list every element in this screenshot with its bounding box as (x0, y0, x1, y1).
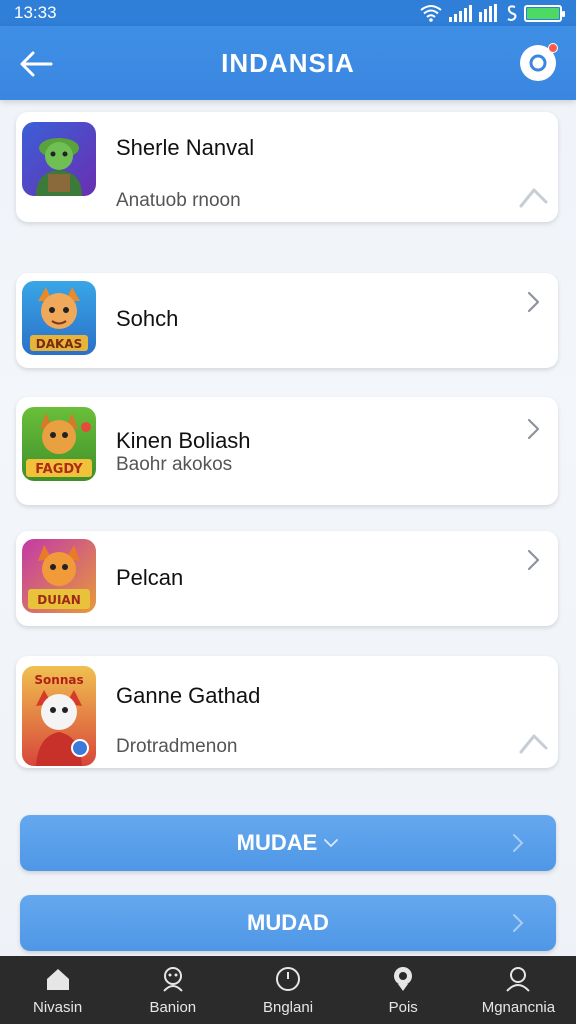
chevron-right-icon (513, 834, 524, 852)
game-thumbnail: Sonnas (22, 666, 96, 766)
back-arrow-icon (20, 51, 53, 77)
nav-item-label: Bnglani (262, 998, 314, 1016)
bottom-navigation: Nivasin Banion Bnglani Pois Mgnancnia (0, 956, 576, 1024)
primary-action-button[interactable]: MUDAE (20, 815, 556, 871)
secondary-action-label: MUDAD (247, 910, 329, 935)
chevron-right-icon[interactable] (522, 291, 544, 313)
nav-item-label: Mgnancnia (481, 998, 556, 1016)
game-thumbnail (22, 122, 96, 196)
chevron-right-icon[interactable] (522, 418, 544, 440)
game-thumbnail: DUIAN (22, 539, 96, 613)
game-card[interactable]: DUIAN Pelcan (16, 531, 558, 626)
game-title: Kinen Boliash (116, 428, 251, 453)
nav-item-community[interactable]: Banion (115, 956, 230, 1024)
signal-icon (449, 5, 472, 22)
back-button[interactable] (16, 44, 56, 84)
nav-item-label: Banion (149, 998, 197, 1016)
game-thumbnail: FAGDY (22, 407, 96, 481)
nav-item-profile[interactable]: Mgnancnia (461, 956, 576, 1024)
game-card[interactable]: Sherle Nanval Anatuob rnoon (16, 112, 558, 222)
battery-icon (524, 4, 565, 22)
notification-badge (548, 43, 558, 53)
primary-action-label: MUDAE (236, 830, 318, 855)
game-card[interactable]: FAGDY Kinen Boliash Baohr akokos (16, 397, 558, 505)
game-card[interactable]: DAKAS Sohch (16, 273, 558, 368)
status-bar: 13:33 (0, 0, 576, 26)
nav-item-home[interactable]: Nivasin (0, 956, 115, 1024)
thumbnail-label: DUIAN (37, 593, 81, 607)
home-icon (46, 968, 69, 990)
thumbnail-label: Sonnas (34, 673, 83, 687)
thumbnail-label: DAKAS (36, 337, 82, 351)
status-icons (420, 4, 565, 22)
clock-icon (276, 966, 300, 991)
chevron-down-icon (324, 839, 339, 848)
game-subtitle: Baohr akokos (116, 454, 233, 475)
game-title: Sherle Nanval (116, 135, 255, 160)
chevron-right-icon[interactable] (522, 549, 544, 571)
page-title: INDANSIA (221, 47, 355, 78)
game-subtitle: Anatuob rnoon (116, 190, 241, 211)
game-card[interactable]: Sonnas Ganne Gathad Drotradmenon (16, 656, 558, 768)
chevron-right-icon[interactable] (518, 180, 548, 210)
game-title: Sohch (116, 306, 179, 331)
nav-item-clock[interactable]: Bnglani (230, 956, 345, 1024)
app-bar: INDANSIA (0, 26, 576, 100)
signal-secondary-icon (479, 4, 497, 22)
location-icon (394, 966, 413, 991)
notification-icon (529, 54, 547, 72)
thumbnail-label: FAGDY (35, 462, 83, 477)
community-icon (163, 966, 183, 992)
sync-icon (507, 5, 517, 21)
chevron-right-icon[interactable] (518, 726, 548, 756)
secondary-action-button[interactable]: MUDAD (20, 895, 556, 951)
game-title: Ganne Gathad (116, 683, 261, 708)
wifi-icon (420, 5, 442, 22)
status-time: 13:33 (14, 3, 57, 22)
profile-icon (506, 966, 531, 992)
nav-item-location[interactable]: Pois (346, 956, 461, 1024)
game-subtitle: Drotradmenon (116, 736, 238, 757)
nav-item-label: Pois (388, 998, 418, 1016)
nav-item-label: Nivasin (33, 998, 83, 1016)
game-thumbnail: DAKAS (22, 281, 96, 355)
game-title: Pelcan (116, 565, 184, 590)
notification-button[interactable] (520, 43, 558, 81)
chevron-right-icon (513, 914, 524, 932)
